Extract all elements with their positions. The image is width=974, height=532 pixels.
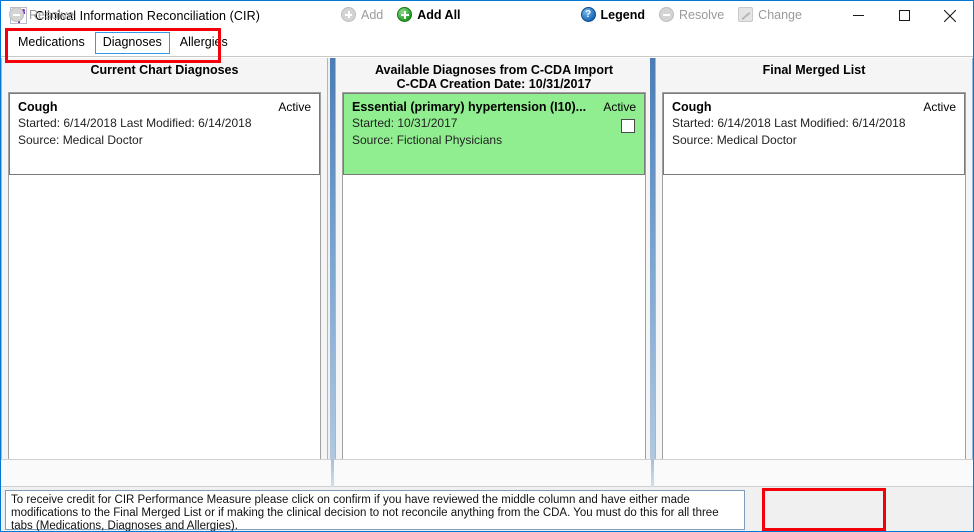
panel-right-header: Final Merged List [656,58,972,90]
item-source: Source: Medical Doctor [18,133,143,147]
minus-circle-icon [659,7,674,22]
panel-middle-header: Available Diagnoses from C-CDA Import C-… [336,58,652,91]
panel-available-diagnoses: Available Diagnoses from C-CDA Import C-… [335,58,653,486]
panels-container: Current Chart Diagnoses Active Cough Sta… [1,58,973,486]
panel-final-merged-list: Final Merged List Active Cough Started: … [655,58,973,486]
resolve-button-left[interactable]: Resolve [9,7,74,22]
list-item[interactable]: Active Cough Started: 6/14/2018 Last Mod… [663,93,965,175]
plus-circle-icon [341,7,356,22]
resolve-label: Resolve [679,7,725,22]
add-label: Add [361,7,384,22]
status-badge: Active [278,100,311,114]
panel-middle-header-line1: Available Diagnoses from C-CDA Import [374,63,613,77]
help-circle-icon: ? [580,7,596,22]
tab-medications[interactable]: Medications [10,32,93,54]
cir-window: Clinical Information Reconciliation (CIR… [0,0,974,532]
item-title: Cough [18,100,58,114]
footer-message: To receive credit for CIR Performance Me… [5,490,745,531]
panel-left-header: Current Chart Diagnoses [2,58,327,90]
add-all-button[interactable]: Add All [397,7,461,22]
status-badge: Active [603,100,636,114]
legend-button[interactable]: ? Legend [580,7,645,22]
item-source: Source: Fictional Physicians [352,133,503,147]
panel-left-header-line1: Current Chart Diagnoses [90,63,239,77]
resolve-label: Resolve [29,7,75,22]
list-item[interactable]: Active Essential (primary) hypertension … [343,93,645,175]
tab-strip: Medications Diagnoses Allergies [1,30,973,56]
status-badge: Active [923,100,956,114]
legend-label: Legend [600,7,645,22]
minus-circle-icon [9,7,24,22]
tab-diagnoses[interactable]: Diagnoses [94,32,170,54]
panel-middle-list[interactable]: Active Essential (primary) hypertension … [342,92,646,485]
action-divider-left [331,459,334,487]
item-dates: Started: 10/31/2017 [352,116,458,130]
panel-right-list[interactable]: Active Cough Started: 6/14/2018 Last Mod… [662,92,966,485]
tab-allergies[interactable]: Allergies [172,32,236,54]
add-button[interactable]: Add [341,7,383,22]
resolve-button-right[interactable]: Resolve [659,7,724,22]
plus-circle-green-icon [397,7,413,22]
item-title: Cough [672,100,712,114]
change-label: Change [758,7,802,22]
list-item[interactable]: Active Cough Started: 6/14/2018 Last Mod… [9,93,320,175]
add-all-label: Add All [417,7,461,22]
footer-bar: To receive credit for CIR Performance Me… [1,488,973,531]
panel-right-header-line1: Final Merged List [762,63,866,77]
action-divider-right [651,459,654,487]
action-toolbar [1,459,973,487]
pencil-icon [738,7,754,22]
item-select-checkbox[interactable] [621,119,635,133]
action-group-right: Resolve Change [655,1,973,28]
panel-left-list[interactable]: Active Cough Started: 6/14/2018 Last Mod… [8,92,321,485]
item-dates: Started: 6/14/2018 Last Modified: 6/14/2… [18,116,252,130]
action-group-left: Resolve [1,1,330,28]
item-dates: Started: 6/14/2018 Last Modified: 6/14/2… [672,116,906,130]
panel-current-chart-diagnoses: Current Chart Diagnoses Active Cough Sta… [1,58,328,486]
change-button[interactable]: Change [738,7,802,22]
panel-middle-header-line2: C-CDA Creation Date: 10/31/2017 [396,77,592,91]
item-title: Essential (primary) hypertension (I10)..… [352,100,587,114]
action-group-legend: ? Legend [561,1,649,28]
item-source: Source: Medical Doctor [672,133,797,147]
